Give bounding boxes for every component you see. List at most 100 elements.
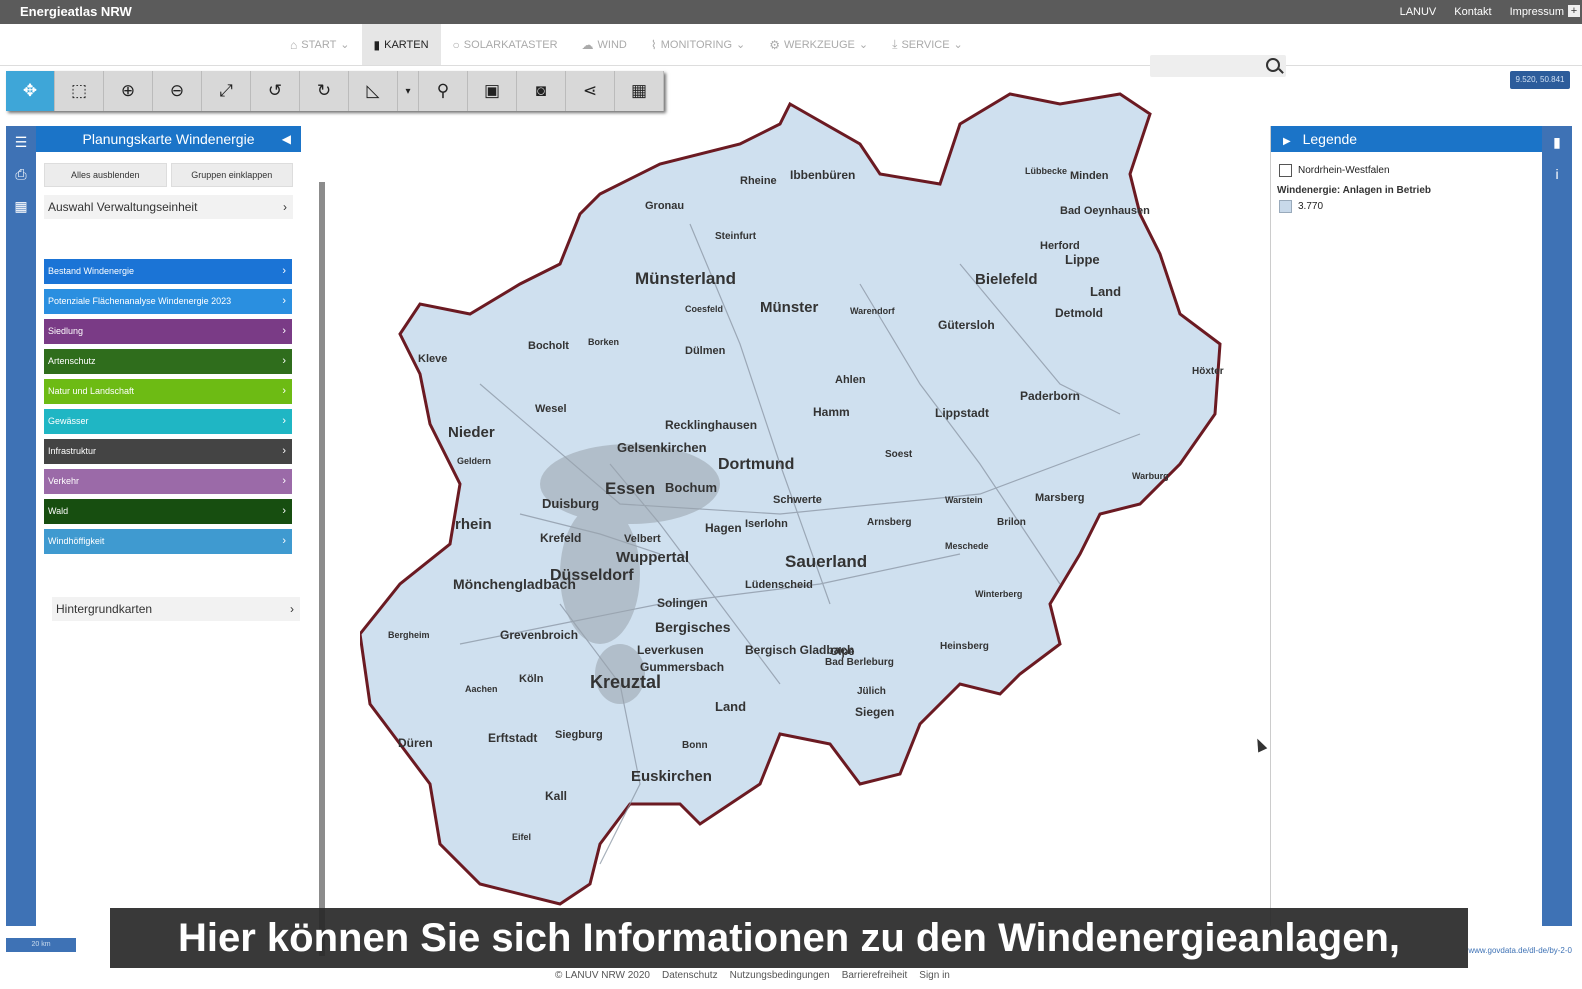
- map-place-label: Köln: [519, 673, 544, 685]
- search-input[interactable]: [1150, 55, 1286, 77]
- layers-icon[interactable]: ☰: [6, 126, 36, 158]
- zoom-in-tool-button[interactable]: ⊕: [104, 71, 153, 111]
- redo-tool-icon: ↻: [316, 81, 332, 100]
- map-place-label: Aachen: [465, 684, 498, 694]
- footer-privacy-link[interactable]: Datenschutz: [662, 970, 718, 981]
- undo-tool-icon: ↺: [267, 81, 283, 100]
- legend-group-title: Windenergie: Anlagen in Betrieb: [1277, 185, 1431, 196]
- layer-group-item[interactable]: Potenziale Flächenanalyse Windenergie 20…: [44, 289, 292, 314]
- expand-arrow-icon[interactable]: ▶: [1283, 136, 1291, 147]
- map-place-label: Bochum: [665, 480, 717, 495]
- map-icon: ▮: [373, 37, 381, 52]
- map-place-label: Coesfeld: [685, 304, 723, 314]
- map-place-label: Minden: [1070, 170, 1109, 182]
- chevron-right-icon: ›: [282, 355, 286, 367]
- collapse-groups-button[interactable]: Gruppen einklappen: [170, 163, 293, 187]
- nav-wind[interactable]: ☁ WIND: [570, 24, 639, 65]
- zoom-out-tool-icon: ⊖: [169, 81, 185, 100]
- legend-map-icon[interactable]: ▮: [1542, 126, 1572, 158]
- undo-tool-button[interactable]: ↺: [251, 71, 300, 111]
- layer-group-item[interactable]: Natur und Landschaft ›: [44, 379, 292, 404]
- legend-header[interactable]: ▶ Legende: [1271, 126, 1543, 152]
- nav-start[interactable]: ⌂ START ⌄: [278, 24, 362, 65]
- map-place-label: Düren: [398, 736, 433, 750]
- redo-tool-button[interactable]: ↻: [300, 71, 349, 111]
- print-icon[interactable]: ⎙: [6, 158, 36, 190]
- map-place-label: Bonn: [682, 740, 708, 751]
- chart-icon: ⌇: [650, 37, 657, 52]
- nav-service[interactable]: ⤓ SERVICE ⌄: [880, 24, 975, 65]
- chevron-right-icon: ›: [290, 602, 294, 616]
- map-place-label: Paderborn: [1020, 389, 1080, 403]
- map-place-label: Kreuztal: [590, 672, 661, 692]
- map-place-label: Heinsberg: [940, 641, 989, 652]
- map-place-label: Gronau: [645, 200, 684, 212]
- layer-group-item[interactable]: Verkehr ›: [44, 469, 292, 494]
- zoom-out-tool-button[interactable]: ⊖: [153, 71, 202, 111]
- nrw-checkbox[interactable]: [1279, 164, 1292, 177]
- zoom-in-tool-icon: ⊕: [120, 81, 136, 100]
- full-extent-tool-button[interactable]: ⤢: [202, 71, 251, 111]
- layer-group-item[interactable]: Infrastruktur ›: [44, 439, 292, 464]
- layer-group-item[interactable]: Gewässer ›: [44, 409, 292, 434]
- nav-monitoring[interactable]: ⌇ MONITORING ⌄: [639, 24, 757, 65]
- nav-karten[interactable]: ▮ KARTEN: [361, 24, 441, 65]
- map-place-label: Jülich: [857, 686, 886, 697]
- nav-label: MONITORING: [660, 38, 733, 51]
- map-place-label: Krefeld: [540, 531, 581, 545]
- map-place-label: Ahlen: [835, 374, 866, 386]
- map-place-label: Duisburg: [542, 496, 599, 511]
- map-place-label: Rheine: [740, 175, 777, 187]
- layer-group-item[interactable]: Windhöffigkeit ›: [44, 529, 292, 554]
- nav-label: START: [301, 38, 337, 51]
- collapse-left-icon[interactable]: ◀: [282, 126, 291, 152]
- chevron-right-icon: ›: [282, 445, 286, 457]
- left-rail: ☰ ⎙ ▦: [6, 126, 36, 926]
- cloud-icon: ☁: [581, 37, 594, 52]
- map-place-label: Detmold: [1055, 306, 1103, 320]
- layer-group-item[interactable]: Bestand Windenergie ›: [44, 259, 292, 284]
- panel-scrollbar[interactable]: [319, 182, 325, 956]
- link-kontakt[interactable]: Kontakt: [1454, 6, 1491, 18]
- chevron-right-icon: ›: [282, 385, 286, 397]
- zoom-box-tool-button[interactable]: ⬚: [55, 71, 104, 111]
- map-place-label: Warendorf: [850, 306, 896, 316]
- app-title: Energieatlas NRW: [20, 4, 132, 19]
- link-impressum[interactable]: Impressum: [1510, 6, 1564, 18]
- footer-accessibility-link[interactable]: Barrierefreiheit: [842, 970, 908, 981]
- chevron-right-icon: ›: [282, 505, 286, 517]
- chevron-right-icon: ›: [282, 475, 286, 487]
- layer-group-item[interactable]: Siedlung ›: [44, 319, 292, 344]
- footer-terms-link[interactable]: Nutzungsbedingungen: [730, 970, 830, 981]
- nav-label: SOLARKATASTER: [463, 38, 558, 51]
- map-place-label: Siegburg: [555, 729, 603, 741]
- legend-item-label: Nordrhein-Westfalen: [1298, 165, 1390, 176]
- nrw-map[interactable]: Rheine IbbenbürenGronauSteinfurtLübbecke M…: [360, 84, 1230, 914]
- layer-group-item[interactable]: Wald ›: [44, 499, 292, 524]
- table-icon[interactable]: ▦: [6, 190, 36, 222]
- download-icon: ⤓: [892, 37, 898, 51]
- footer-signin-link[interactable]: Sign in: [919, 970, 950, 981]
- expand-icon[interactable]: +: [1568, 5, 1580, 17]
- tools-icon: ⚙: [769, 37, 780, 52]
- map-place-label: Hagen: [705, 521, 742, 535]
- link-lanuv[interactable]: LANUV: [1400, 6, 1437, 18]
- info-icon[interactable]: i: [1542, 158, 1572, 190]
- video-subtitle: Hier können Sie sich Informationen zu de…: [110, 908, 1468, 968]
- map-place-label: Bad Oeynhausen: [1060, 205, 1150, 217]
- layer-group-item[interactable]: Artenschutz ›: [44, 349, 292, 374]
- search-icon[interactable]: [1266, 58, 1280, 72]
- pan-tool-button[interactable]: ✥: [6, 71, 55, 111]
- map-place-label: Höxter: [1192, 366, 1224, 377]
- admin-unit-select[interactable]: Auswahl Verwaltungseinheit ›: [44, 195, 293, 219]
- map-place-label: Leverkusen: [637, 643, 704, 657]
- map-place-label: Lüdenscheid: [745, 579, 813, 591]
- chevron-right-icon: ›: [282, 535, 286, 547]
- license-link[interactable]: www.govdata.de/dl-de/by-2-0: [1468, 946, 1572, 955]
- top-bar: Energieatlas NRW LANUV Kontakt Impressum…: [0, 0, 1582, 24]
- map-place-label: Eifel: [512, 832, 531, 842]
- background-maps-select[interactable]: Hintergrundkarten ›: [52, 597, 300, 621]
- nav-werkzeuge[interactable]: ⚙ WERKZEUGE ⌄: [757, 24, 880, 65]
- nav-solarkataster[interactable]: ○ SOLARKATASTER: [441, 24, 570, 65]
- hide-all-button[interactable]: Alles ausblenden: [44, 163, 167, 187]
